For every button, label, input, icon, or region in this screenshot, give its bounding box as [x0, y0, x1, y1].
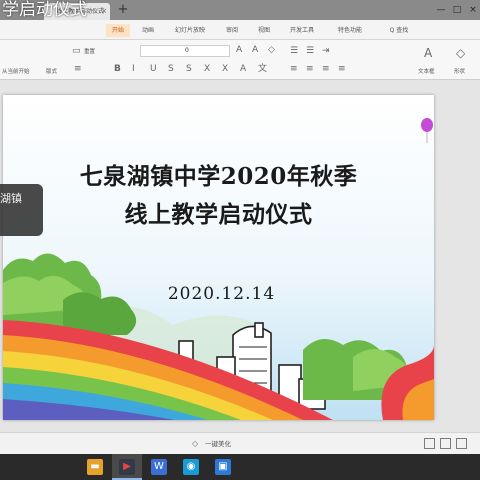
- slide-title-line-1[interactable]: 七泉湖镇中学2020年秋季: [3, 157, 434, 191]
- menu-slideshow[interactable]: 幻灯片放映: [170, 24, 210, 37]
- char-spacing-icon[interactable]: 文: [258, 64, 267, 74]
- taskbar-slot-wps[interactable]: W: [144, 454, 174, 480]
- align-right-icon[interactable]: ≡: [322, 64, 330, 74]
- taskbar-slot-media[interactable]: ▶: [112, 454, 142, 480]
- menu-view[interactable]: 视图: [254, 24, 274, 37]
- strikethrough-icon[interactable]: S: [186, 64, 192, 74]
- taskbar-slot-app[interactable]: ▣: [208, 454, 238, 480]
- section-icon[interactable]: ≡: [74, 64, 82, 74]
- text-box-icon[interactable]: A: [424, 47, 432, 59]
- decrease-font-icon[interactable]: A: [252, 45, 258, 55]
- reset-button[interactable]: 重置: [84, 47, 95, 55]
- menu-start[interactable]: 开始: [106, 24, 130, 37]
- play-from-current-button[interactable]: 从当前开始: [2, 67, 30, 75]
- wps-writer-icon: W: [151, 459, 167, 475]
- video-overlay-title: 学启动仪式: [2, 0, 87, 20]
- reset-icon[interactable]: ▭: [72, 46, 81, 56]
- slide-date[interactable]: 2020.12.14: [3, 284, 434, 304]
- reading-view-button[interactable]: [456, 438, 467, 449]
- slide-sorter-button[interactable]: [440, 438, 451, 449]
- text-box-button[interactable]: 文本框: [418, 67, 435, 75]
- normal-view-button[interactable]: [424, 438, 435, 449]
- align-left-icon[interactable]: ≡: [290, 64, 298, 74]
- superscript-icon[interactable]: X: [204, 64, 210, 74]
- beautify-button[interactable]: 一键美化: [205, 433, 231, 455]
- increase-font-icon[interactable]: A: [236, 45, 242, 55]
- font-color-icon[interactable]: A: [240, 64, 246, 74]
- media-player-icon: ▶: [119, 459, 135, 475]
- minimize-button[interactable]: —: [435, 4, 447, 16]
- align-center-icon[interactable]: ≡: [306, 64, 314, 74]
- shape-button[interactable]: 形状: [454, 67, 465, 75]
- folder-icon: ▬: [87, 459, 103, 475]
- new-tab-button[interactable]: +: [116, 2, 130, 18]
- font-size-box[interactable]: 0: [140, 45, 230, 57]
- slide-background-art: [3, 95, 434, 420]
- subscript-icon[interactable]: X: [222, 64, 228, 74]
- indent-icon[interactable]: ⇥: [322, 46, 330, 56]
- shape-icon[interactable]: ◇: [456, 47, 465, 59]
- browser-icon: ◉: [183, 459, 199, 475]
- status-bar: ◇ 一键美化: [0, 432, 480, 454]
- underline-icon[interactable]: U: [150, 64, 157, 74]
- menu-review[interactable]: 审阅: [222, 24, 242, 37]
- bullet-list-icon[interactable]: ☰: [290, 46, 298, 56]
- ribbon-menu-bar: 开始 动画 幻灯片放映 审阅 视图 开发工具 特色功能 Q 查找: [0, 20, 480, 40]
- close-button[interactable]: ×: [467, 4, 479, 16]
- bold-icon[interactable]: B: [114, 64, 121, 74]
- number-list-icon[interactable]: ☰: [306, 46, 314, 56]
- taskbar-slot-explorer[interactable]: ▬: [80, 454, 110, 480]
- tab-close-icon[interactable]: ×: [101, 3, 107, 20]
- side-caption-popup: 湖镇: [0, 184, 43, 236]
- slide-title-line-2[interactable]: 线上教学启动仪式: [3, 195, 434, 229]
- app-icon: ▣: [215, 459, 231, 475]
- maximize-button[interactable]: □: [451, 4, 463, 16]
- layout-button[interactable]: 版式: [46, 67, 57, 75]
- menu-animation[interactable]: 动画: [138, 24, 158, 37]
- os-taskbar: ▬ ▶ W ◉ ▣: [0, 454, 480, 480]
- menu-developer[interactable]: 开发工具: [286, 24, 318, 37]
- menu-features[interactable]: 特色功能: [334, 24, 366, 37]
- ribbon-toolbar: ▭ 重置 从当前开始 版式 ≡ 0 A A ◇ B I U S S X X A …: [0, 40, 480, 80]
- menu-search[interactable]: Q 查找: [384, 24, 414, 37]
- italic-icon[interactable]: I: [132, 64, 135, 74]
- shadow-icon[interactable]: S: [168, 64, 174, 74]
- beautify-icon[interactable]: ◇: [192, 439, 198, 449]
- clear-format-icon[interactable]: ◇: [268, 45, 275, 55]
- side-caption-text: 湖镇: [0, 192, 22, 205]
- slide-canvas[interactable]: 七泉湖镇中学2020年秋季 线上教学启动仪式 2020.12.14: [3, 95, 434, 420]
- taskbar-slot-browser[interactable]: ◉: [176, 454, 206, 480]
- justify-icon[interactable]: ≡: [338, 64, 346, 74]
